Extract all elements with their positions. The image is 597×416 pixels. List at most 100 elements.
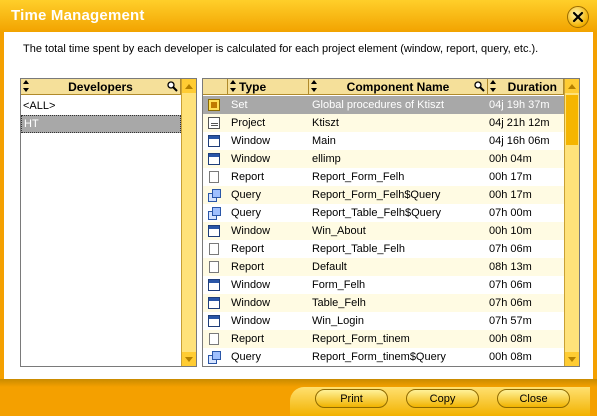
components-grid[interactable]: Type Component Name Duration Set Global p…: [202, 78, 580, 367]
query-icon: [208, 207, 221, 220]
table-row[interactable]: Query Report_Table_Felh$Query 07h 00m: [203, 204, 564, 222]
type-cell: Window: [231, 279, 271, 291]
search-icon[interactable]: [474, 81, 485, 92]
window-icon: [208, 153, 220, 165]
component-cell: Ktiszt: [312, 117, 339, 129]
type-icon-cell: [206, 240, 222, 258]
developer-item[interactable]: <ALL>: [21, 97, 181, 115]
scroll-thumb[interactable]: [566, 95, 578, 145]
component-cell: Report_Form_tinem: [312, 333, 410, 345]
duration-cell: 07h 06m: [489, 243, 532, 255]
component-cell: Form_Felh: [312, 279, 366, 291]
sort-icon[interactable]: [311, 80, 317, 92]
developers-scrollbar[interactable]: [181, 79, 196, 366]
developers-header-label: Developers: [68, 79, 133, 94]
type-cell: Window: [231, 135, 271, 147]
print-button[interactable]: Print: [315, 389, 388, 408]
duration-cell: 00h 04m: [489, 153, 532, 165]
duration-cell: 00h 08m: [489, 333, 532, 345]
type-cell: Set: [231, 99, 248, 111]
table-row[interactable]: Window Form_Felh 07h 06m: [203, 276, 564, 294]
type-cell: Report: [231, 261, 265, 273]
icon-column-header: [203, 79, 228, 95]
table-row[interactable]: Window Main 04j 16h 06m: [203, 132, 564, 150]
type-icon-cell: [206, 294, 222, 312]
sort-icon[interactable]: [23, 80, 29, 92]
type-icon-cell: [206, 114, 222, 132]
type-cell: Report: [231, 171, 265, 183]
table-row[interactable]: Window Win_About 00h 10m: [203, 222, 564, 240]
developers-list[interactable]: Developers <ALL> HT: [20, 78, 197, 367]
window-icon: [208, 297, 220, 309]
time-management-window: Time Management The total time spent by …: [0, 0, 597, 416]
query-icon: [208, 351, 221, 364]
duration-cell: 08h 13m: [489, 261, 532, 273]
table-row[interactable]: Query Report_Form_Felh$Query 00h 17m: [203, 186, 564, 204]
component-cell: Global procedures of Ktiszt: [312, 99, 445, 111]
duration-cell: 00h 17m: [489, 171, 532, 183]
type-icon-cell: [206, 132, 222, 150]
scroll-up-button[interactable]: [565, 79, 579, 93]
description-text: The total time spent by each developer i…: [23, 43, 539, 55]
component-header-label: Component Name: [346, 79, 450, 94]
table-row[interactable]: Window Table_Felh 07h 06m: [203, 294, 564, 312]
type-cell: Query: [231, 351, 261, 363]
duration-column-header[interactable]: Duration: [488, 79, 564, 95]
table-row[interactable]: Set Global procedures of Ktiszt 04j 19h 37…: [203, 96, 564, 114]
component-cell: Report_Table_Felh$Query: [312, 207, 442, 219]
duration-header-label: Duration: [507, 79, 557, 94]
type-icon-cell: [206, 186, 222, 204]
table-row[interactable]: Project Ktiszt 04j 21h 12m: [203, 114, 564, 132]
type-cell: Query: [231, 189, 261, 201]
window-icon: [208, 135, 220, 147]
component-cell: Report_Form_tinem$Query: [312, 351, 446, 363]
type-header-label: Type: [239, 79, 267, 94]
type-icon-cell: [206, 150, 222, 168]
scroll-down-button[interactable]: [565, 352, 579, 366]
query-icon: [208, 189, 221, 202]
component-cell: ellimp: [312, 153, 341, 165]
duration-cell: 04j 19h 37m: [489, 99, 550, 111]
duration-cell: 00h 17m: [489, 189, 532, 201]
table-row[interactable]: Report Report_Table_Felh 07h 06m: [203, 240, 564, 258]
table-row[interactable]: Report Report_Form_Felh 00h 17m: [203, 168, 564, 186]
developer-item[interactable]: HT: [21, 115, 181, 133]
close-button[interactable]: Close: [497, 389, 570, 408]
type-icon-cell: [206, 222, 222, 240]
search-icon[interactable]: [167, 81, 178, 92]
developers-header[interactable]: Developers: [21, 79, 181, 95]
duration-cell: 00h 08m: [489, 351, 532, 363]
duration-cell: 07h 57m: [489, 315, 532, 327]
type-icon-cell: [206, 258, 222, 276]
type-icon-cell: [206, 168, 222, 186]
table-row[interactable]: Report Default 08h 13m: [203, 258, 564, 276]
scroll-down-button[interactable]: [182, 352, 196, 366]
title-bar[interactable]: Time Management: [0, 0, 597, 32]
duration-cell: 00h 10m: [489, 225, 532, 237]
table-row[interactable]: Window ellimp 00h 04m: [203, 150, 564, 168]
sort-icon[interactable]: [490, 80, 496, 92]
type-icon-cell: [206, 204, 222, 222]
copy-button[interactable]: Copy: [406, 389, 479, 408]
report-icon: [209, 333, 219, 345]
type-icon-cell: [206, 96, 222, 114]
table-row[interactable]: Window Win_Login 07h 57m: [203, 312, 564, 330]
type-icon-cell: [206, 330, 222, 348]
close-icon[interactable]: [567, 6, 589, 28]
scroll-up-button[interactable]: [182, 79, 196, 93]
report-icon: [209, 261, 219, 273]
content-area: The total time spent by each developer i…: [4, 32, 593, 379]
duration-cell: 07h 06m: [489, 279, 532, 291]
table-row[interactable]: Query Report_Form_tinem$Query 00h 08m: [203, 348, 564, 366]
component-column-header[interactable]: Component Name: [309, 79, 488, 95]
type-column-header[interactable]: Type: [228, 79, 309, 95]
component-cell: Report_Table_Felh: [312, 243, 405, 255]
grid-scrollbar[interactable]: [564, 79, 579, 366]
footer-bar: Print Copy Close: [0, 379, 597, 416]
window-title: Time Management: [11, 7, 145, 24]
project-icon: [208, 117, 220, 129]
table-row[interactable]: Report Report_Form_tinem 00h 08m: [203, 330, 564, 348]
sort-icon[interactable]: [230, 80, 236, 92]
component-cell: Win_About: [312, 225, 366, 237]
type-cell: Report: [231, 243, 265, 255]
